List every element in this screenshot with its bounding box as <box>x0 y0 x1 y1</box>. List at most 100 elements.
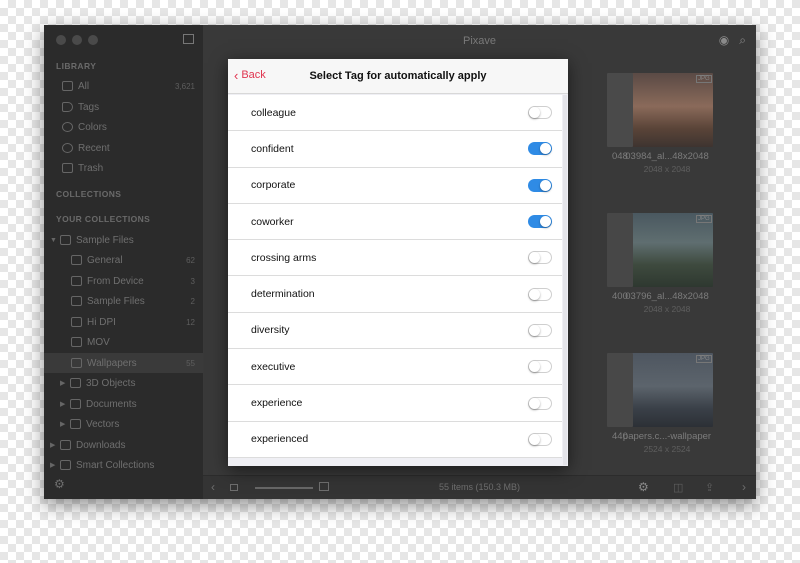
thumbnail-image-partial[interactable] <box>607 353 633 427</box>
search-icon[interactable]: ⌕ <box>739 33 746 48</box>
folder-icon <box>60 440 71 450</box>
library-heading: LIBRARY <box>56 61 97 71</box>
sidebar-item-trash[interactable]: Trash <box>44 158 203 178</box>
tag-row-executive[interactable]: executive <box>228 349 562 386</box>
disclosure-closed-icon[interactable]: ▶ <box>60 400 70 408</box>
thumbnail-dimensions: 2048 x 2048 <box>643 164 691 174</box>
tag-label: experienced <box>251 433 309 446</box>
tag-row-crossing-arms[interactable]: crossing arms <box>228 240 562 277</box>
sidebar-folder-documents[interactable]: ▶ Documents <box>44 394 203 414</box>
sidebar-folder-3d-objects[interactable]: ▶ 3D Objects <box>44 373 203 393</box>
sidebar-item-tags[interactable]: Tags <box>44 97 203 117</box>
disclosure-closed-icon[interactable]: ▶ <box>50 441 60 449</box>
tag-toggle[interactable] <box>528 251 552 265</box>
disclosure-closed-icon[interactable]: ▶ <box>60 379 70 387</box>
collection-icon <box>71 358 82 368</box>
status-bar: ‹ 55 items (150.3 MB) ⚙ ◫ ⇪ › <box>203 475 756 499</box>
popover-header: ‹ Back Select Tag for automatically appl… <box>228 59 568 94</box>
tag-row-coworker[interactable]: coworker <box>228 203 562 241</box>
close-window-button[interactable] <box>56 35 66 45</box>
sidebar-folder-downloads[interactable]: ▶ Downloads <box>44 435 203 455</box>
select-tag-popover: ‹ Back Select Tag for automatically appl… <box>228 59 568 466</box>
folder-icon <box>60 460 71 470</box>
sidebar-toggle-icon[interactable] <box>183 34 194 44</box>
sidebar-folder-smart-collections[interactable]: ▶ Smart Collections <box>44 455 203 475</box>
tag-label: experience <box>251 397 303 410</box>
tag-label: colleague <box>251 106 296 119</box>
sidebar-item-colors[interactable]: Colors <box>44 117 203 137</box>
thumbnail-image-partial[interactable] <box>607 73 633 147</box>
jpg-badge: JPG <box>696 355 712 363</box>
tag-toggle[interactable] <box>528 323 552 337</box>
sidebar-item-all[interactable]: All 3,621 <box>44 76 203 96</box>
thumbnail-image[interactable] <box>621 213 713 287</box>
tag-label: crossing arms <box>251 251 317 264</box>
thumbnail-name-partial: 400 <box>612 291 628 302</box>
tag-row-experience[interactable]: experience <box>228 385 562 422</box>
jpg-badge: JPG <box>696 75 712 83</box>
thumbnail-dimensions: 2048 x 2048 <box>643 304 691 314</box>
disclosure-closed-icon[interactable]: ▶ <box>60 420 70 428</box>
thumbnail-name-partial: 440 <box>612 431 628 442</box>
tag-row-experienced[interactable]: experienced <box>228 421 562 458</box>
popover-scrollbar[interactable] <box>563 95 567 465</box>
tag-label: coworker <box>251 215 294 228</box>
tag-label: determination <box>251 288 315 301</box>
jpg-badge: JPG <box>696 215 712 223</box>
sidebar-folder-from-device[interactable]: From Device 3 <box>44 271 203 291</box>
sidebar-folder-general[interactable]: General 62 <box>44 250 203 270</box>
collection-icon <box>71 317 82 327</box>
sidebar-folder-vectors[interactable]: ▶ Vectors <box>44 414 203 434</box>
sidebar-folder-sample-files-sub[interactable]: Sample Files 2 <box>44 291 203 311</box>
tag-toggle[interactable] <box>528 142 552 156</box>
tag-toggle[interactable] <box>528 215 552 229</box>
zoom-window-button[interactable] <box>88 35 98 45</box>
folder-icon <box>60 235 71 245</box>
tag-toggle[interactable] <box>528 287 552 301</box>
share-icon[interactable]: ⇪ <box>705 481 714 494</box>
sidebar-folder-wallpapers[interactable]: Wallpapers 55 <box>44 353 203 373</box>
thumbnail-name-partial: 048 <box>612 151 628 162</box>
tag-toggle[interactable] <box>528 396 552 410</box>
sidebar-item-recent[interactable]: Recent <box>44 138 203 158</box>
tag-row-colleague[interactable]: colleague <box>228 95 562 132</box>
chevron-right-icon[interactable]: › <box>742 480 746 494</box>
tag-toggle[interactable] <box>528 360 552 374</box>
sidebar-folder-mov[interactable]: MOV <box>44 332 203 352</box>
disclosure-open-icon[interactable]: ▼ <box>50 237 60 244</box>
palette-icon <box>62 122 73 132</box>
tag-toggle[interactable] <box>528 178 552 192</box>
disclosure-closed-icon[interactable]: ▶ <box>50 461 60 469</box>
tag-label: diversity <box>251 324 290 337</box>
collection-icon <box>71 276 82 286</box>
compass-icon[interactable]: ◉ <box>719 33 729 48</box>
thumbnail-name: papers.c...-wallpaper <box>622 431 712 442</box>
tag-row-confident[interactable]: confident <box>228 131 562 168</box>
sidebar-folder-hi-dpi[interactable]: Hi DPI 12 <box>44 312 203 332</box>
window-title: Pixave <box>462 35 497 47</box>
sidebar: LIBRARY All 3,621 Tags Colors Recent Tra… <box>44 25 203 499</box>
your-collections-heading: YOUR COLLECTIONS <box>56 214 151 224</box>
thumbnail-image-partial[interactable] <box>607 213 633 287</box>
tag-label: corporate <box>251 179 296 192</box>
minimize-window-button[interactable] <box>72 35 82 45</box>
tag-toolbar-icon[interactable]: ◫ <box>673 481 683 494</box>
tag-list[interactable]: colleague confident corporate coworker c… <box>228 95 568 465</box>
sidebar-folder-sample-files[interactable]: ▼ Sample Files <box>44 230 203 250</box>
thumbnail-image[interactable] <box>621 353 713 427</box>
tag-row-corporate[interactable]: corporate <box>228 167 562 204</box>
thumbnail-name: 03796_al...48x2048 <box>625 291 709 302</box>
window-controls <box>56 35 98 45</box>
tag-icon <box>62 102 73 112</box>
tag-row-determination[interactable]: determination <box>228 276 562 313</box>
tag-row-diversity[interactable]: diversity <box>228 312 562 350</box>
thumbnail-dimensions: 2524 x 2524 <box>643 444 691 454</box>
action-gear-icon[interactable]: ⚙ <box>638 480 649 494</box>
collection-icon <box>71 337 82 347</box>
folder-icon <box>70 378 81 388</box>
settings-gear-icon[interactable]: ⚙ <box>54 477 65 491</box>
popover-title: Select Tag for automatically apply <box>309 70 487 82</box>
thumbnail-image[interactable] <box>621 73 713 147</box>
tag-toggle[interactable] <box>528 106 552 120</box>
tag-toggle[interactable] <box>528 432 552 446</box>
